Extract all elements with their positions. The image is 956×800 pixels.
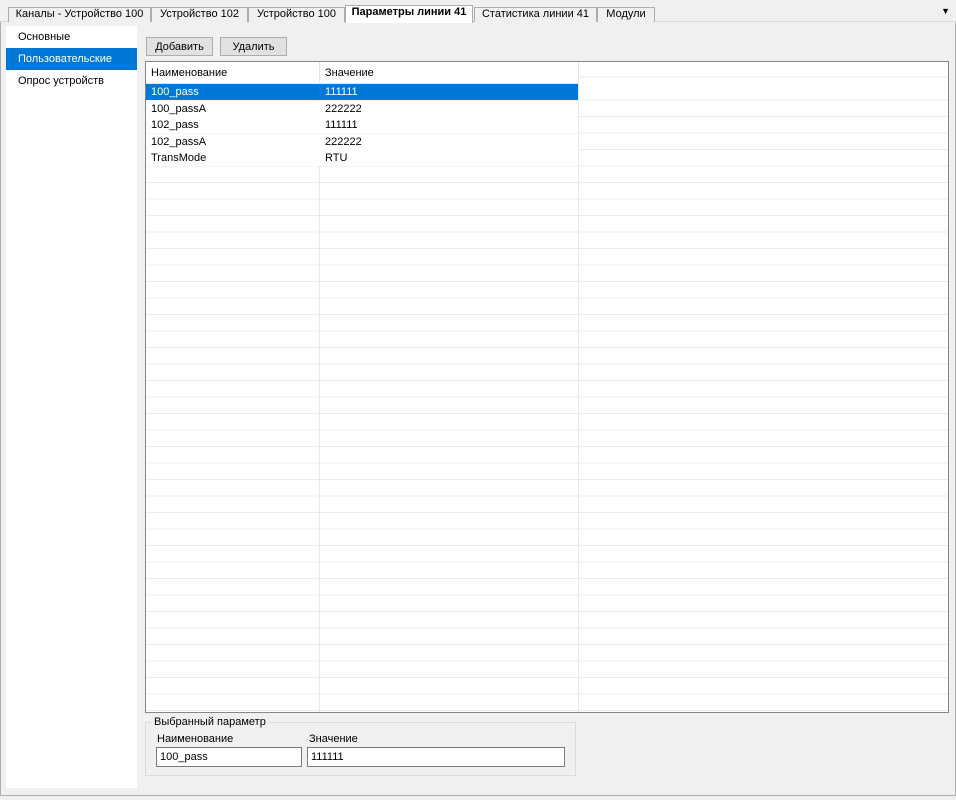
table-row[interactable]: 100_pass 111111 <box>146 84 578 100</box>
grid-column-divider <box>578 62 579 712</box>
tab-device-100[interactable]: Устройство 100 <box>248 7 345 22</box>
delete-button[interactable]: Удалить <box>220 37 287 56</box>
column-header-value[interactable]: Значение <box>320 62 579 84</box>
tab-modules[interactable]: Модули <box>597 7 655 22</box>
name-field[interactable]: 100_pass <box>156 747 302 767</box>
cell-name: TransMode <box>151 152 207 164</box>
sidebar-item-device-polling[interactable]: Опрос устройств <box>6 70 137 92</box>
cell-value: 111111 <box>325 119 358 131</box>
cell-value: 111111 <box>325 86 358 98</box>
tab-line-41-parameters[interactable]: Параметры линии 41 <box>345 5 473 23</box>
column-header-name[interactable]: Наименование <box>146 62 320 84</box>
tab-line-41-statistics[interactable]: Статистика линии 41 <box>474 7 597 22</box>
table-row[interactable]: TransMode RTU <box>146 150 578 166</box>
table-row[interactable]: 102_pass 111111 <box>146 117 578 133</box>
sidebar-item-basic[interactable]: Основные <box>6 26 137 48</box>
parameters-grid[interactable]: Наименование Значение 100_pass 111111 10… <box>145 61 949 713</box>
table-row[interactable]: 100_passA 222222 <box>146 100 578 117</box>
tab-list-dropdown-icon[interactable]: ▼ <box>941 6 950 16</box>
cell-name: 102_passA <box>151 135 207 148</box>
cell-name: 100_passA <box>151 102 207 115</box>
tab-bar: Каналы - Устройство 100 Устройство 102 У… <box>0 0 956 23</box>
add-button[interactable]: Добавить <box>146 37 213 56</box>
sidebar-item-custom[interactable]: Пользовательские <box>6 48 137 70</box>
table-row[interactable]: 102_passA 222222 <box>146 133 578 150</box>
grid-header: Наименование Значение <box>146 62 579 84</box>
name-field-label: Наименование <box>157 733 234 745</box>
cell-name: 100_pass <box>151 86 199 98</box>
cell-value: RTU <box>325 152 348 164</box>
settings-sidebar: Основные Пользовательские Опрос устройст… <box>6 26 137 788</box>
selected-parameter-legend: Выбранный параметр <box>152 716 268 729</box>
window-bottom-border <box>0 795 956 800</box>
cell-value: 222222 <box>325 135 362 148</box>
cell-name: 102_pass <box>151 119 199 131</box>
value-field[interactable]: 111111 <box>307 747 565 767</box>
cell-value: 222222 <box>325 102 362 115</box>
tab-channels-device-100[interactable]: Каналы - Устройство 100 <box>8 7 151 22</box>
tab-device-102[interactable]: Устройство 102 <box>151 7 248 22</box>
value-field-label: Значение <box>309 733 358 745</box>
